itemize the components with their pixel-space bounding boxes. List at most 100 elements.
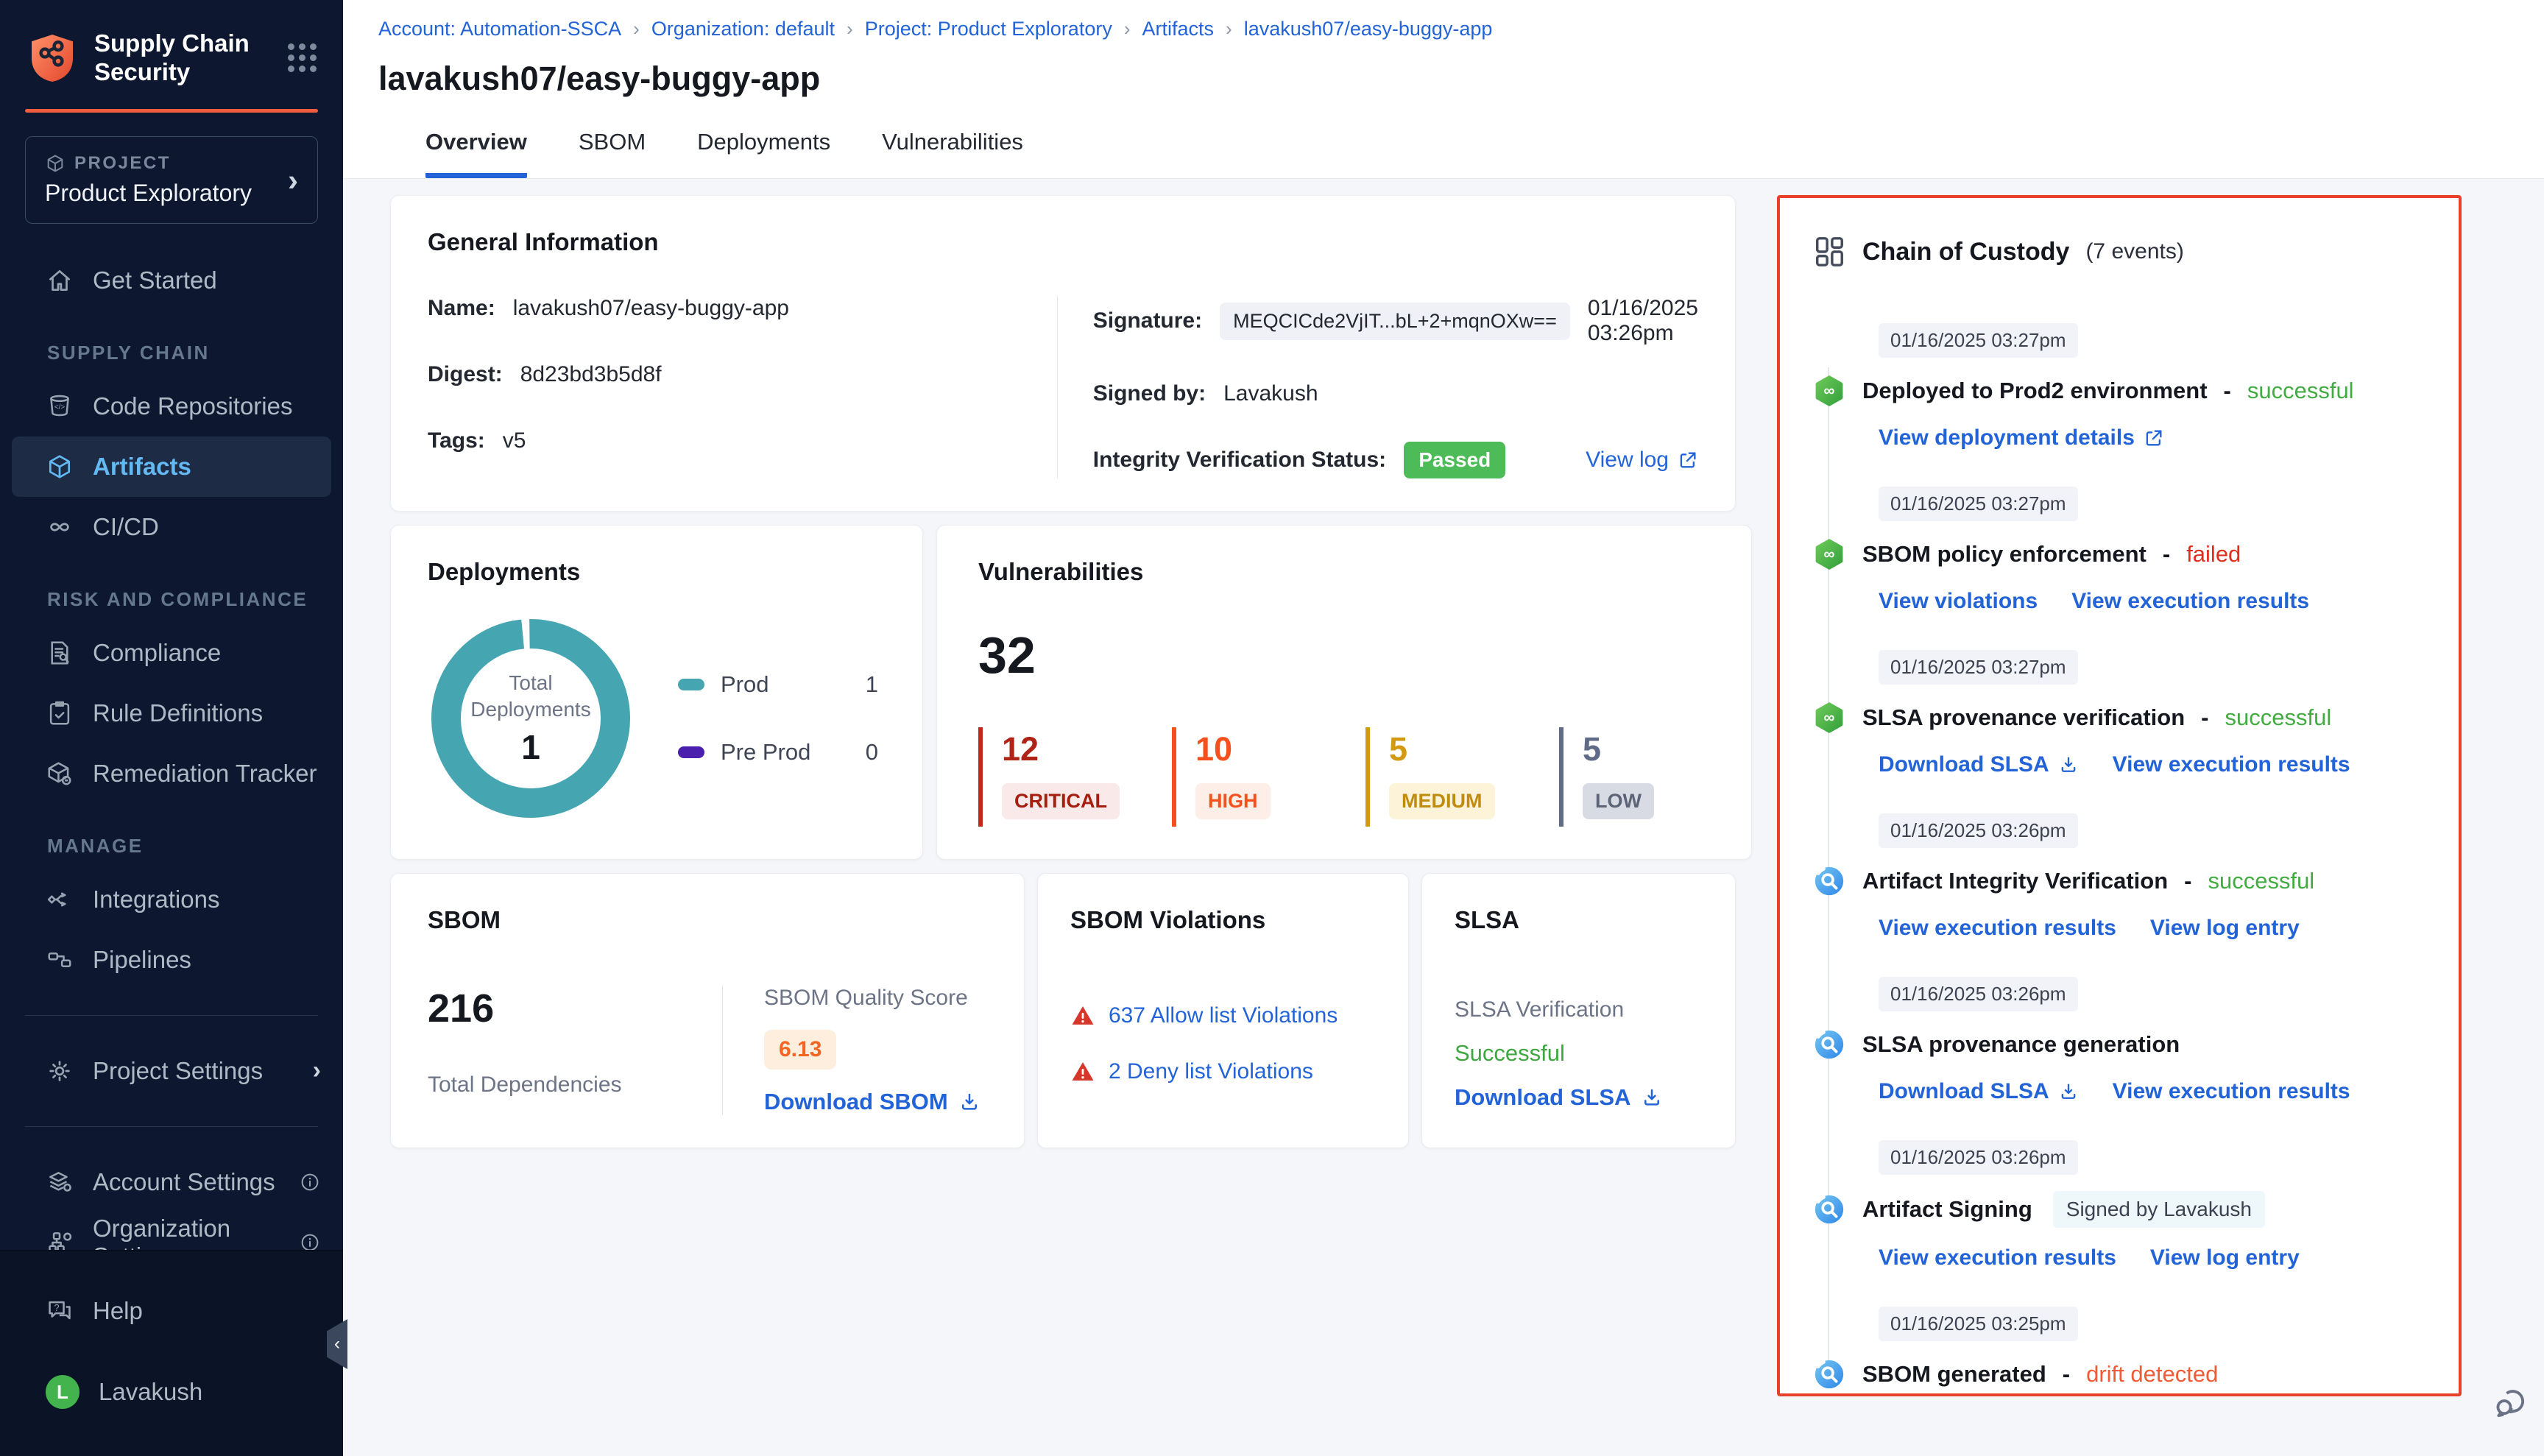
sidebar: Supply ChainSecurity PROJECT Product Exp… xyxy=(0,0,343,1456)
support-chat-icon[interactable] xyxy=(2491,1383,2531,1427)
legend-item-pre-prod: Pre Prod 0 xyxy=(678,739,878,766)
sidebar-item-code-repositories[interactable]: </> Code Repositories xyxy=(0,376,343,437)
sidebar-item-remediation-tracker[interactable]: Remediation Tracker xyxy=(0,743,343,804)
sidebar-item-compliance[interactable]: Compliance xyxy=(0,623,343,683)
org-chart-gear-icon xyxy=(46,1229,74,1250)
cicd-hexagon-icon: ∞ xyxy=(1812,374,1846,408)
coc-event-slsa-generation: 01/16/2025 03:26pm SLSA provenance gener… xyxy=(1812,977,2426,1104)
sidebar-item-pipelines[interactable]: Pipelines xyxy=(0,930,343,990)
view-execution-results-link[interactable]: View execution results xyxy=(2113,1079,2350,1104)
info-icon xyxy=(299,1171,321,1193)
sidebar-item-project-settings[interactable]: Project Settings › xyxy=(0,1041,343,1101)
breadcrumb-artifacts[interactable]: Artifacts xyxy=(1142,18,1215,40)
coc-event-deployed-prod2: 01/16/2025 03:27pm ∞ Deployed to Prod2 e… xyxy=(1812,323,2426,450)
project-selector[interactable]: PROJECT Product Exploratory › xyxy=(25,136,318,224)
project-name: Product Exploratory xyxy=(45,180,288,207)
signature-timestamp: 01/16/2025 03:26pm xyxy=(1588,296,1698,346)
breadcrumb-organization[interactable]: Organization: default xyxy=(651,18,835,40)
sidebar-item-artifacts[interactable]: Artifacts xyxy=(12,437,331,497)
event-status: successful xyxy=(2208,868,2314,894)
sbom-violations-card: SBOM Violations 637 Allow list Violation… xyxy=(1037,873,1409,1148)
breadcrumb-account[interactable]: Account: Automation-SSCA xyxy=(378,18,621,40)
integrity-status-label: Integrity Verification Status: xyxy=(1093,448,1386,473)
scan-circle-icon xyxy=(1812,1028,1846,1061)
document-search-icon xyxy=(46,639,74,667)
section-label-risk-compliance: RISK AND COMPLIANCE xyxy=(47,588,343,611)
coc-event-slsa-verification: 01/16/2025 03:27pm ∞ SLSA provenance ver… xyxy=(1812,650,2426,777)
integrations-icon xyxy=(46,886,74,913)
layers-gear-icon xyxy=(46,1168,74,1196)
card-title: General Information xyxy=(428,228,1698,256)
app-title: Supply ChainSecurity xyxy=(94,29,269,87)
prod-count: 1 xyxy=(866,671,878,698)
download-sbom-link[interactable]: Download SBOM xyxy=(764,1089,981,1115)
brand-divider xyxy=(25,109,318,113)
user-menu[interactable]: L Lavakush xyxy=(0,1362,343,1422)
view-execution-results-link[interactable]: View execution results xyxy=(2113,752,2350,777)
donut-center-label: Total Deployments xyxy=(468,670,593,724)
breadcrumb-project[interactable]: Project: Product Exploratory xyxy=(865,18,1112,40)
external-link-icon xyxy=(2144,428,2164,448)
sidebar-footer: ? Help L Lavakush xyxy=(0,1250,343,1456)
sidebar-nav: Get Started SUPPLY CHAIN </> Code Reposi… xyxy=(0,231,343,1250)
cards-column: General Information Name:lavakush07/easy… xyxy=(390,195,1736,1456)
tab-overview[interactable]: Overview xyxy=(425,129,527,178)
signed-by-badge: Signed by Lavakush xyxy=(2053,1191,2265,1228)
deployments-card: Deployments Total Deployments 1 xyxy=(390,525,923,860)
tab-vulnerabilities[interactable]: Vulnerabilities xyxy=(882,129,1023,178)
event-timestamp: 01/16/2025 03:27pm xyxy=(1879,650,2078,685)
allow-list-violations-link[interactable]: 637 Allow list Violations xyxy=(1109,1003,1338,1028)
event-status: successful xyxy=(2225,704,2331,731)
sidebar-item-account-settings[interactable]: Account Settings xyxy=(0,1152,343,1212)
sbom-card: SBOM 216 Total Dependencies SBOM Quality… xyxy=(390,873,1025,1148)
view-log-entry-link[interactable]: View log entry xyxy=(2150,916,2300,941)
slsa-verification-label: SLSA Verification xyxy=(1455,997,1703,1022)
sbom-quality-score: 6.13 xyxy=(764,1030,836,1070)
view-deployment-details-link[interactable]: View deployment details xyxy=(1879,425,2164,450)
event-timestamp: 01/16/2025 03:27pm xyxy=(1879,487,2078,521)
sidebar-item-organization-settings[interactable]: Organization Settings xyxy=(0,1212,343,1250)
info-icon xyxy=(299,1231,321,1250)
view-log-entry-link[interactable]: View log entry xyxy=(2150,1245,2300,1271)
home-icon xyxy=(46,266,74,294)
deny-list-violations-link[interactable]: 2 Deny list Violations xyxy=(1109,1059,1313,1084)
card-title: Vulnerabilities xyxy=(978,558,1710,586)
sidebar-item-get-started[interactable]: Get Started xyxy=(0,250,343,311)
gear-icon xyxy=(46,1057,74,1085)
view-execution-results-link[interactable]: View execution results xyxy=(1879,916,2116,941)
view-execution-results-link[interactable]: View execution results xyxy=(2071,589,2309,614)
severity-row: 12 CRITICAL 10 HIGH 5 MEDIUM xyxy=(978,727,1710,827)
external-link-icon xyxy=(1678,450,1698,470)
divider xyxy=(25,1126,318,1127)
sidebar-item-cicd[interactable]: CI/CD xyxy=(0,497,343,557)
tab-deployments[interactable]: Deployments xyxy=(697,129,830,178)
legend-item-prod: Prod 1 xyxy=(678,671,878,698)
clipboard-check-icon xyxy=(46,699,74,727)
tags-label: Tags: xyxy=(428,428,485,453)
artifact-box-icon xyxy=(46,453,74,481)
view-violations-link[interactable]: View violations xyxy=(1879,589,2038,614)
cicd-hexagon-icon: ∞ xyxy=(1812,701,1846,735)
download-slsa-link[interactable]: Download SLSA xyxy=(1879,752,2079,777)
svg-text:?: ? xyxy=(54,1303,60,1313)
digest-label: Digest: xyxy=(428,362,503,387)
view-execution-results-link[interactable]: View execution results xyxy=(1879,1245,2116,1271)
sidebar-item-help[interactable]: ? Help xyxy=(0,1281,343,1341)
project-label: PROJECT xyxy=(74,153,171,174)
main-area: Account: Automation-SSCA› Organization: … xyxy=(343,0,2544,1456)
tab-sbom[interactable]: SBOM xyxy=(579,129,646,178)
breadcrumb-current[interactable]: lavakush07/easy-buggy-app xyxy=(1244,18,1493,40)
download-slsa-link[interactable]: Download SLSA xyxy=(1879,1079,2079,1104)
sidebar-item-integrations[interactable]: Integrations xyxy=(0,869,343,930)
download-slsa-link[interactable]: Download SLSA xyxy=(1455,1084,1703,1111)
events-timeline: 01/16/2025 03:27pm ∞ Deployed to Prod2 e… xyxy=(1812,323,2426,1396)
signature-value[interactable]: MEQCICde2VjIT...bL+2+mqnOXw== xyxy=(1220,303,1570,340)
view-log-link[interactable]: View log xyxy=(1586,448,1698,473)
section-label-manage: MANAGE xyxy=(47,835,343,858)
avatar: L xyxy=(46,1375,80,1409)
severity-badge: CRITICAL xyxy=(1002,783,1120,819)
severity-low: 5 LOW xyxy=(1559,727,1710,827)
sidebar-item-rule-definitions[interactable]: Rule Definitions xyxy=(0,683,343,743)
card-title: Deployments xyxy=(428,558,886,586)
module-grid-icon[interactable] xyxy=(288,43,317,72)
